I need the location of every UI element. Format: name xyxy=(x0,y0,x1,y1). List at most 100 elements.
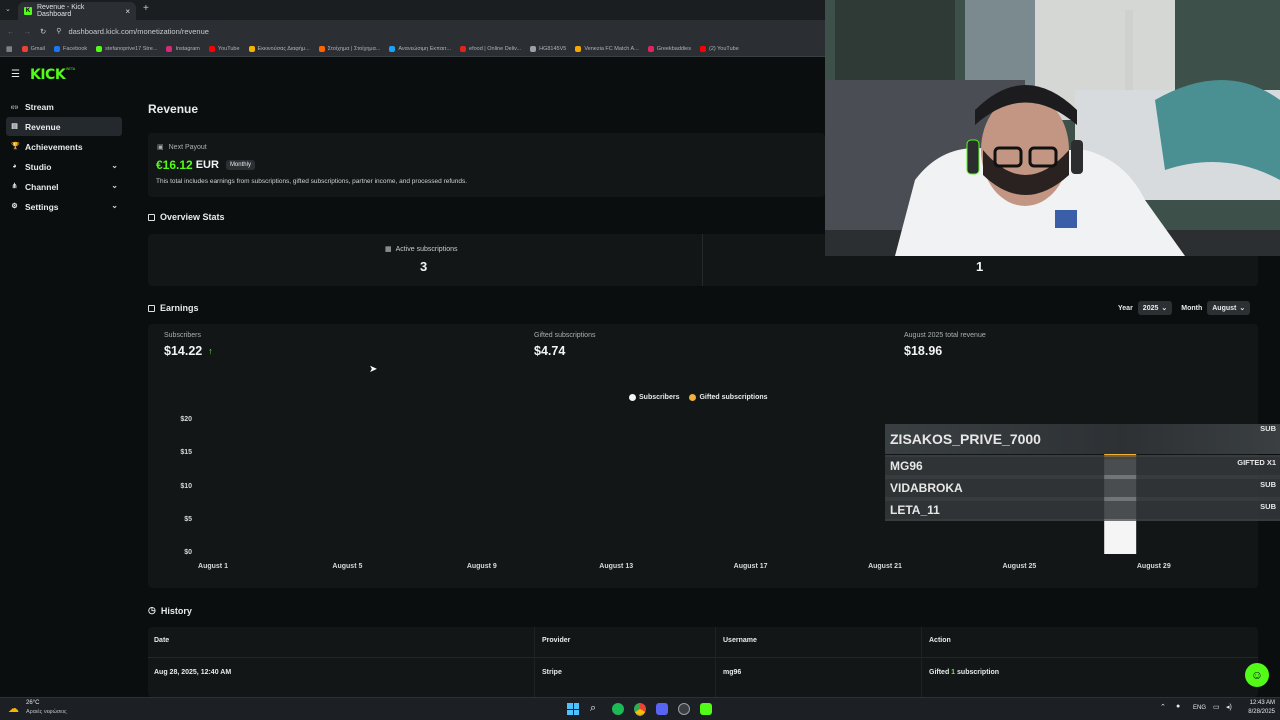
bookmark-item[interactable]: Venezia FC Match A... xyxy=(575,46,639,52)
sidebar-item-achievements[interactable]: 🏆 Achievements xyxy=(6,137,122,156)
bookmark-favicon-icon xyxy=(54,46,60,52)
bookmark-item[interactable]: (2) YouTube xyxy=(699,46,739,52)
overview-heading: Overview Stats xyxy=(148,212,225,222)
month-select[interactable]: August ⌄ xyxy=(1207,301,1251,315)
wallet-icon: ▣ xyxy=(157,144,164,151)
search-icon[interactable]: ⌕ xyxy=(590,702,596,715)
palette-icon: ◕ xyxy=(12,163,17,170)
history-table: Date Provider Username Action Aug 28, 2025,… xyxy=(148,627,1258,697)
clock-time[interactable]: 12:43 AM xyxy=(1245,700,1275,706)
history-cell-username[interactable]: mg96 xyxy=(723,669,741,676)
app-icon[interactable] xyxy=(678,703,690,715)
bookmark-item[interactable]: Εκκινούσας Διαφήμ... xyxy=(248,46,310,52)
history-cell-provider: Stripe xyxy=(542,669,562,676)
site-info-icon[interactable]: ⚲ xyxy=(56,27,61,35)
receipt-icon: ▤ xyxy=(11,123,18,130)
address-bar: ← → ↻ ⚲ dashboard.kick.com/monetization/… xyxy=(0,20,825,42)
alert-row: LETA_11 SUB xyxy=(885,501,1280,519)
year-label: Year xyxy=(1118,304,1133,312)
gifted-earnings-value: $4.74 xyxy=(534,344,566,358)
active-subs-label: Active subscriptions xyxy=(395,245,458,253)
history-column-header: Provider xyxy=(542,637,571,644)
kick-logo-text: KICK xyxy=(30,67,66,83)
bookmark-label: Greekbaddies xyxy=(656,46,691,52)
kick-favicon-icon: K xyxy=(24,7,32,15)
bookmark-item[interactable]: HG8145V5 xyxy=(530,46,566,52)
sidebar-item-stream[interactable]: ((·)) Stream xyxy=(6,97,122,116)
payout-amount: €16.12 xyxy=(156,158,193,172)
kick-taskbar-icon[interactable] xyxy=(700,703,712,715)
sidebar-item-settings[interactable]: ⚙ Settings ⌄ xyxy=(6,197,122,216)
reload-icon[interactable]: ↻ xyxy=(40,27,46,36)
hamburger-menu-icon[interactable]: ☰ xyxy=(11,69,20,80)
action-text: subscription xyxy=(955,669,1000,676)
spotify-icon[interactable] xyxy=(612,703,624,715)
bookmark-favicon-icon xyxy=(166,46,173,52)
tab-close-icon[interactable]: × xyxy=(125,7,130,16)
gifted-earnings-label: Gifted subscriptions xyxy=(534,332,596,339)
bookmark-item[interactable]: Ανανεώσιμη Εκπαιτ... xyxy=(389,46,451,52)
bookmark-label: Στοίχημα | Στοίχημα... xyxy=(327,46,381,52)
year-select[interactable]: 2025 ⌄ xyxy=(1137,301,1173,315)
kick-logo[interactable]: KICK BETA xyxy=(30,67,75,83)
alert-username: MG96 xyxy=(890,459,923,473)
webcam-feed xyxy=(825,0,1280,256)
bookmark-favicon-icon xyxy=(318,46,325,52)
new-tab-button[interactable]: + xyxy=(143,3,149,14)
bookmark-favicon-icon xyxy=(208,46,215,52)
sidebar-item-revenue[interactable]: ▤ Revenue xyxy=(6,117,122,136)
bookmark-label: HG8145V5 xyxy=(539,46,567,52)
alert-type-tag: GIFTED X1 xyxy=(1237,458,1276,467)
divider xyxy=(148,657,1258,658)
network-icon[interactable]: ▭ xyxy=(1213,703,1220,711)
divider xyxy=(534,627,535,697)
clock-icon: ◷ xyxy=(148,605,156,615)
chevron-down-icon: ⌄ xyxy=(111,181,118,190)
windows-start-icon[interactable] xyxy=(567,703,579,715)
payout-note: This total includes earnings from subscr… xyxy=(156,178,468,185)
bookmark-item[interactable]: Facebook xyxy=(54,46,87,52)
tab-list-chevron-icon[interactable]: ⌄ xyxy=(5,5,11,13)
alert-type-tag: SUB xyxy=(1260,424,1276,433)
bookmark-item[interactable]: YouTube xyxy=(208,46,240,52)
bookmark-item[interactable]: Gmail xyxy=(21,46,45,52)
subscribers-earnings-label: Subscribers xyxy=(164,332,201,339)
bookmark-item[interactable]: Greekbaddies xyxy=(647,46,691,52)
alert-username: VIDABROKA xyxy=(890,481,963,495)
apps-grid-icon[interactable]: ▦ xyxy=(6,45,13,53)
mouse-cursor-icon: ➤ xyxy=(369,364,378,375)
microphone-icon[interactable]: ● xyxy=(1176,703,1180,710)
weather-description: Αραιές νεφώσεις xyxy=(26,709,67,715)
bookmark-item[interactable]: efood | Online Deliv... xyxy=(460,46,521,52)
back-icon[interactable]: ← xyxy=(7,27,15,36)
payout-frequency-badge: Monthly xyxy=(225,160,255,170)
kick-logo-beta: BETA xyxy=(66,67,76,71)
alert-username: LETA_11 xyxy=(890,503,940,517)
sidebar-item-channel[interactable]: ⋔ Channel ⌄ xyxy=(6,177,122,196)
chat-icon: ☺ xyxy=(1250,668,1264,682)
tray-chevron-icon[interactable]: ⌃ xyxy=(1160,703,1166,711)
action-text: Gifted xyxy=(929,669,952,676)
chevron-down-icon: ⌄ xyxy=(1239,305,1246,312)
chevron-down-icon: ⌄ xyxy=(111,161,118,170)
forward-icon[interactable]: → xyxy=(24,27,32,36)
language-indicator[interactable]: ENG xyxy=(1193,705,1206,711)
browser-tab[interactable]: K Revenue - Kick Dashboard × xyxy=(18,2,136,20)
help-chat-button[interactable]: ☺ xyxy=(1245,663,1269,687)
bookmark-label: Instagram xyxy=(175,46,200,52)
browser-tab-strip: ⌄ K Revenue - Kick Dashboard × + xyxy=(0,0,825,20)
sidebar-item-studio[interactable]: ◕ Studio ⌄ xyxy=(6,157,122,176)
chart-box-icon xyxy=(148,213,155,221)
tab-title: Revenue - Kick Dashboard xyxy=(36,4,85,18)
bookmark-item[interactable]: Στοίχημα | Στοίχημα... xyxy=(318,46,381,52)
clock-date[interactable]: 8/28/2025 xyxy=(1242,709,1275,715)
bookmark-item[interactable]: stefanoprive17 Stre... xyxy=(96,46,157,52)
chrome-icon[interactable] xyxy=(634,703,646,715)
bookmark-item[interactable]: Instagram xyxy=(166,46,200,52)
total-revenue-value: $18.96 xyxy=(904,344,943,358)
volume-icon[interactable]: ◂) xyxy=(1226,703,1232,711)
sidebar-item-label: Channel xyxy=(25,181,59,192)
discord-icon[interactable] xyxy=(656,703,668,715)
url-field[interactable]: dashboard.kick.com/monetization/revenue xyxy=(68,27,209,36)
bookmark-favicon-icon xyxy=(647,46,654,52)
